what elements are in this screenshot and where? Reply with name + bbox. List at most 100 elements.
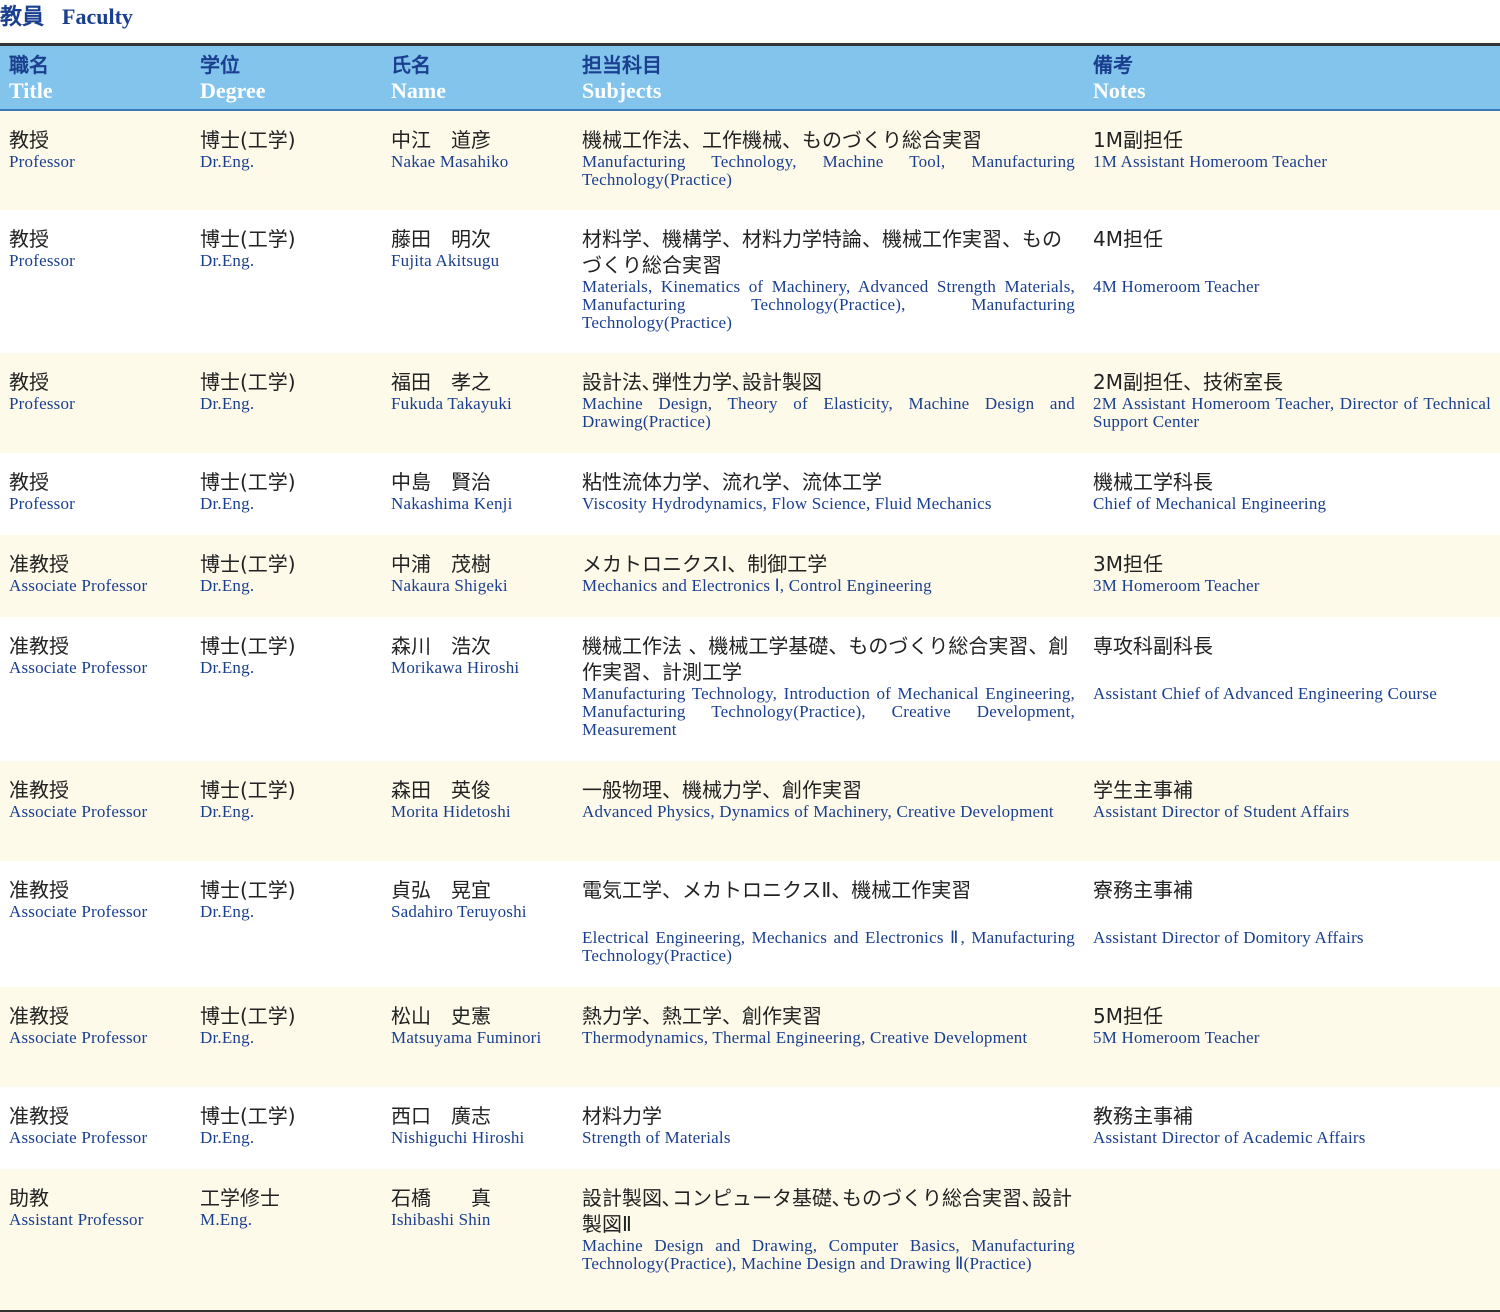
cell-subjects: 材料力学 Strength of Materials bbox=[573, 1087, 1084, 1169]
title-en: Associate Professor bbox=[9, 576, 148, 595]
header-subjects-en: Subjects bbox=[582, 78, 662, 103]
cell-degree: 博士(工学) Dr.Eng. bbox=[191, 617, 382, 761]
degree-jp: 博士(工学) bbox=[200, 1104, 296, 1128]
title-en: Associate Professor bbox=[9, 1028, 148, 1047]
notes-jp: 1M副担任 bbox=[1093, 128, 1183, 152]
table-row: 准教授 Associate Professor 博士(工学) Dr.Eng. 森田 … bbox=[0, 761, 1500, 861]
subjects-jp: メカトロニクスⅠ、制御工学 bbox=[582, 552, 828, 576]
subjects-en: Thermodynamics, Thermal Engineering, Cre… bbox=[582, 1028, 1028, 1047]
name-en: Nakashima Kenji bbox=[391, 494, 513, 513]
degree-jp: 博士(工学) bbox=[200, 370, 296, 394]
name-jp: 藤田 明次 bbox=[391, 227, 491, 251]
subjects-jp: 材料学、機構学、材料力学特論、機械工作実習、ものづくり総合実習 bbox=[582, 227, 1062, 277]
notes-en: 4M Homeroom Teacher bbox=[1093, 277, 1260, 296]
subjects-jp: 機械工作法、工作機械、ものづくり総合実習 bbox=[582, 128, 982, 152]
notes-en: 1M Assistant Homeroom Teacher bbox=[1093, 152, 1328, 171]
name-en: Morita Hidetoshi bbox=[391, 802, 511, 821]
cell-title: 教授 Professor bbox=[0, 210, 191, 353]
cell-name: 石橋 真 Ishibashi Shin bbox=[382, 1169, 573, 1312]
cell-notes: 2M副担任、技術室長 2M Assistant Homeroom Teacher,… bbox=[1084, 353, 1500, 453]
subjects-en: Manufacturing Technology, Introduction o… bbox=[582, 684, 1075, 739]
cell-title: 教授 Professor bbox=[0, 353, 191, 453]
title-jp: 准教授 bbox=[9, 552, 69, 576]
cell-degree: 博士(工学) Dr.Eng. bbox=[191, 210, 382, 353]
subjects-en: Electrical Engineering, Mechanics and El… bbox=[582, 928, 1075, 965]
degree-en: Dr.Eng. bbox=[200, 658, 255, 677]
degree-en: Dr.Eng. bbox=[200, 394, 255, 413]
header-degree-en: Degree bbox=[200, 78, 266, 103]
header-title-en: Title bbox=[9, 78, 53, 103]
table-row: 教授 Professor 博士(工学) Dr.Eng. 藤田 明次 Fujita Ak… bbox=[0, 210, 1500, 353]
table-row: 准教授 Associate Professor 博士(工学) Dr.Eng. 中浦 … bbox=[0, 535, 1500, 617]
cell-subjects: 設計製図､コンピュータ基礎､ものづくり総合実習､設計製図Ⅱ Machine Des… bbox=[573, 1169, 1084, 1312]
degree-en: Dr.Eng. bbox=[200, 802, 255, 821]
title-en: Associate Professor bbox=[9, 1128, 148, 1147]
title-jp: 教授 bbox=[9, 470, 49, 494]
name-en: Ishibashi Shin bbox=[391, 1210, 491, 1229]
degree-en: Dr.Eng. bbox=[200, 152, 255, 171]
title-en: Assistant Professor bbox=[9, 1210, 144, 1229]
degree-en: Dr.Eng. bbox=[200, 1128, 255, 1147]
name-en: Matsuyama Fuminori bbox=[391, 1028, 542, 1047]
title-jp: 助教 bbox=[9, 1186, 49, 1210]
table-row: 准教授 Associate Professor 博士(工学) Dr.Eng. 貞弘 … bbox=[0, 861, 1500, 987]
table-header-row: 職名 Title 学位 Degree 氏名 Name 担当科目 Subjects 備考 N… bbox=[0, 46, 1500, 111]
table-row: 教授 Professor 博士(工学) Dr.Eng. 中江 道彦 Nakae Mas… bbox=[0, 110, 1500, 210]
cell-name: 中島 賢治 Nakashima Kenji bbox=[382, 453, 573, 535]
subjects-en: Machine Design and Drawing, Computer Bas… bbox=[582, 1236, 1075, 1273]
header-name: 氏名 Name bbox=[382, 46, 573, 111]
header-notes-jp: 備考 bbox=[1093, 53, 1133, 77]
cell-degree: 博士(工学) Dr.Eng. bbox=[191, 861, 382, 987]
name-jp: 中浦 茂樹 bbox=[391, 552, 491, 576]
cell-title: 准教授 Associate Professor bbox=[0, 861, 191, 987]
cell-title: 准教授 Associate Professor bbox=[0, 617, 191, 761]
cell-notes bbox=[1084, 1169, 1500, 1312]
cell-name: 藤田 明次 Fujita Akitsugu bbox=[382, 210, 573, 353]
table-row: 准教授 Associate Professor 博士(工学) Dr.Eng. 森川 … bbox=[0, 617, 1500, 761]
degree-en: Dr.Eng. bbox=[200, 494, 255, 513]
cell-name: 森川 浩次 Morikawa Hiroshi bbox=[382, 617, 573, 761]
notes-en: 2M Assistant Homeroom Teacher, Director … bbox=[1093, 394, 1491, 431]
cell-subjects: 粘性流体力学、流れ学、流体工学 Viscosity Hydrodynamics, … bbox=[573, 453, 1084, 535]
header-notes: 備考 Notes bbox=[1084, 46, 1500, 111]
degree-jp: 博士(工学) bbox=[200, 878, 296, 902]
table-row: 助教 Assistant Professor 工学修士 M.Eng. 石橋 真 Ish… bbox=[0, 1169, 1500, 1312]
header-subjects-jp: 担当科目 bbox=[582, 53, 662, 77]
cell-notes: 寮務主事補 Assistant Director of Domitory Affa… bbox=[1084, 861, 1500, 987]
degree-jp: 博士(工学) bbox=[200, 470, 296, 494]
header-degree-jp: 学位 bbox=[200, 53, 240, 77]
title-en: Professor bbox=[9, 494, 76, 513]
name-jp: 中江 道彦 bbox=[391, 128, 491, 152]
degree-en: Dr.Eng. bbox=[200, 576, 255, 595]
degree-jp: 工学修士 bbox=[200, 1186, 280, 1210]
name-jp: 石橋 真 bbox=[391, 1186, 491, 1210]
cell-degree: 博士(工学) Dr.Eng. bbox=[191, 453, 382, 535]
cell-title: 准教授 Associate Professor bbox=[0, 987, 191, 1087]
cell-degree: 博士(工学) Dr.Eng. bbox=[191, 353, 382, 453]
cell-subjects: 設計法､弾性力学､設計製図 Machine Design, Theory of E… bbox=[573, 353, 1084, 453]
name-en: Nakaura Shigeki bbox=[391, 576, 508, 595]
name-jp: 森田 英俊 bbox=[391, 778, 491, 802]
title-en: Professor bbox=[9, 394, 76, 413]
notes-en: 3M Homeroom Teacher bbox=[1093, 576, 1260, 595]
cell-subjects: メカトロニクスⅠ、制御工学 Mechanics and Electronics Ⅰ… bbox=[573, 535, 1084, 617]
cell-name: 森田 英俊 Morita Hidetoshi bbox=[382, 761, 573, 861]
degree-jp: 博士(工学) bbox=[200, 552, 296, 576]
cell-notes: 1M副担任 1M Assistant Homeroom Teacher bbox=[1084, 110, 1500, 210]
name-jp: 森川 浩次 bbox=[391, 634, 491, 658]
notes-jp: 機械工学科長 bbox=[1093, 470, 1213, 494]
cell-degree: 博士(工学) Dr.Eng. bbox=[191, 1087, 382, 1169]
table-row: 教授 Professor 博士(工学) Dr.Eng. 中島 賢治 Nakashima… bbox=[0, 453, 1500, 535]
table-row: 准教授 Associate Professor 博士(工学) Dr.Eng. 西口 … bbox=[0, 1087, 1500, 1169]
cell-degree: 博士(工学) Dr.Eng. bbox=[191, 110, 382, 210]
subjects-en: Strength of Materials bbox=[582, 1128, 731, 1147]
subjects-jp: 設計製図､コンピュータ基礎､ものづくり総合実習､設計製図Ⅱ bbox=[582, 1186, 1072, 1236]
subjects-jp: 材料力学 bbox=[582, 1104, 662, 1128]
title-en: Professor bbox=[9, 251, 76, 270]
degree-en: M.Eng. bbox=[200, 1210, 253, 1229]
title-jp: 教授 bbox=[9, 128, 49, 152]
cell-name: 中浦 茂樹 Nakaura Shigeki bbox=[382, 535, 573, 617]
name-jp: 福田 孝之 bbox=[391, 370, 491, 394]
section-heading: 教員 Faculty bbox=[0, 0, 133, 40]
cell-title: 准教授 Associate Professor bbox=[0, 1087, 191, 1169]
